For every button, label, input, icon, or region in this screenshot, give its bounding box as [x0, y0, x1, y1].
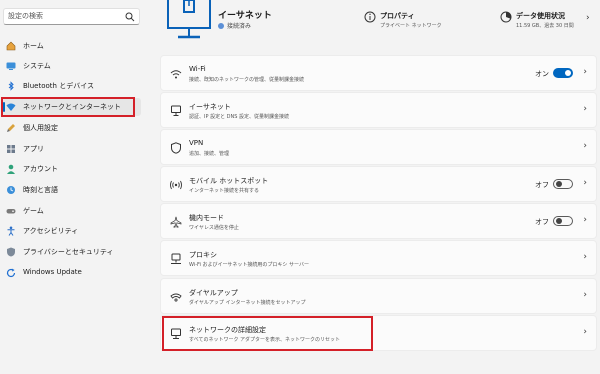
card-ethernet[interactable]: イーサネット 認証、IP 設定と DNS 設定、従量制課金接続 ›: [160, 92, 597, 128]
card-vpn[interactable]: VPN 追加、接続、管理 ›: [160, 129, 597, 165]
card-mobile-hotspot[interactable]: モバイル ホットスポット インターネット接続を共有する オフ ›: [160, 166, 597, 202]
card-subtitle: インターネット接続を共有する: [189, 188, 260, 194]
sidebar-item-apps[interactable]: アプリ: [3, 140, 141, 158]
wifi-toggle[interactable]: [553, 68, 573, 78]
card-title: 機内モード: [189, 214, 224, 222]
sidebar-item-personalization[interactable]: 個人用設定: [3, 119, 141, 137]
sidebar: 設定の検索 ホーム システム Bluetooth とデバイス ネットワークとイン…: [0, 0, 146, 374]
dialup-icon: [170, 293, 182, 302]
card-dialup[interactable]: ダイヤルアップ ダイヤルアップ インターネット接続をセットアップ ›: [160, 278, 597, 314]
highlight-box-network: [1, 97, 135, 117]
proxy-icon: [171, 253, 181, 264]
card-title: ダイヤルアップ: [189, 289, 238, 297]
chevron-right-icon[interactable]: ›: [583, 290, 587, 300]
sidebar-item-label: ゲーム: [23, 207, 44, 215]
info-icon[interactable]: [364, 11, 376, 23]
sidebar-item-label: Bluetooth とデバイス: [23, 82, 94, 90]
card-subtitle: Wi-Fi およびイーサネット接続用のプロキシ サーバー: [189, 262, 309, 268]
home-icon: [6, 41, 16, 51]
chevron-right-icon[interactable]: ›: [583, 141, 587, 151]
hotspot-toggle[interactable]: [553, 179, 573, 189]
account-icon: [7, 164, 15, 174]
apps-icon: [7, 145, 15, 153]
sidebar-item-label: システム: [23, 62, 51, 70]
card-title: イーサネット: [189, 103, 231, 111]
time-language-icon: [7, 186, 15, 194]
chevron-right-icon[interactable]: ›: [583, 104, 587, 114]
sidebar-item-time-language[interactable]: 時刻と言語: [3, 181, 141, 199]
card-subtitle: ダイヤルアップ インターネット接続をセットアップ: [189, 300, 306, 306]
ethernet-icon: [171, 105, 181, 116]
card-wifi[interactable]: Wi-Fi 接続、既知のネットワークの管理、従量制課金接続 オン ›: [160, 55, 597, 91]
card-title: Wi-Fi: [189, 65, 206, 73]
gaming-icon: [6, 209, 16, 214]
sidebar-item-label: 個人用設定: [23, 124, 58, 132]
airplane-toggle[interactable]: [553, 216, 573, 226]
connection-status-text: 接続済み: [227, 23, 252, 30]
sidebar-item-system[interactable]: システム: [3, 57, 141, 75]
ethernet-illustration-icon: [167, 0, 211, 39]
toggle-state-label: オフ: [535, 218, 549, 226]
card-subtitle: 追加、接続、管理: [189, 151, 230, 157]
sidebar-item-label: Windows Update: [23, 268, 82, 276]
chevron-right-icon[interactable]: ›: [583, 178, 587, 188]
toggle-knob: [556, 181, 562, 187]
data-usage-title[interactable]: データ使用状況: [516, 11, 565, 21]
system-icon: [6, 62, 16, 70]
chevron-right-icon[interactable]: ›: [583, 215, 587, 225]
data-usage-subtitle: 11.59 GB、過去 30 日間: [516, 23, 574, 29]
search-icon[interactable]: [125, 12, 135, 22]
connected-icon: [218, 23, 224, 29]
search-placeholder: 設定の検索: [8, 12, 43, 20]
brush-icon: [7, 124, 15, 132]
sidebar-item-bluetooth[interactable]: Bluetooth とデバイス: [3, 77, 141, 95]
sidebar-item-windows-update[interactable]: Windows Update: [3, 264, 141, 282]
chevron-right-icon[interactable]: ›: [583, 252, 587, 262]
card-title: モバイル ホットスポット: [189, 177, 269, 185]
card-subtitle: 接続、既知のネットワークの管理、従量制課金接続: [189, 77, 305, 83]
sidebar-item-home[interactable]: ホーム: [3, 37, 141, 55]
page-title: イーサネット: [218, 11, 272, 21]
connection-status: 接続済み: [218, 21, 251, 30]
card-proxy[interactable]: プロキシ Wi-Fi およびイーサネット接続用のプロキシ サーバー ›: [160, 240, 597, 276]
update-icon: [6, 268, 16, 278]
properties-title[interactable]: プロパティ: [380, 11, 415, 21]
card-subtitle: 認証、IP 設定と DNS 設定、従量制課金接続: [189, 114, 290, 120]
sidebar-item-label: ホーム: [23, 42, 44, 50]
airplane-icon: [170, 216, 182, 228]
sidebar-item-label: アクセシビリティ: [23, 227, 79, 235]
sidebar-item-label: アカウント: [23, 165, 58, 173]
shield-icon: [7, 247, 15, 257]
hotspot-icon: [170, 180, 182, 190]
sidebar-item-label: 時刻と言語: [23, 186, 58, 194]
toggle-knob: [565, 70, 571, 76]
data-usage-icon[interactable]: [500, 11, 512, 23]
bluetooth-icon: [8, 81, 14, 91]
toggle-knob: [556, 218, 562, 224]
vpn-shield-icon: [171, 142, 181, 154]
sidebar-item-accessibility[interactable]: アクセシビリティ: [3, 222, 141, 240]
wifi-icon: [170, 70, 182, 79]
sidebar-item-accounts[interactable]: アカウント: [3, 160, 141, 178]
card-airplane-mode[interactable]: 機内モード ワイヤレス通信を停止 オフ ›: [160, 203, 597, 239]
toggle-state-label: オフ: [535, 181, 549, 189]
sidebar-item-privacy[interactable]: プライバシーとセキュリティ: [3, 243, 141, 261]
chevron-right-icon[interactable]: ›: [583, 67, 587, 77]
properties-subtitle: プライベート ネットワーク: [380, 23, 442, 29]
sidebar-item-gaming[interactable]: ゲーム: [3, 202, 141, 220]
sidebar-item-label: プライバシーとセキュリティ: [23, 248, 114, 256]
card-subtitle: ワイヤレス通信を停止: [189, 225, 239, 231]
chevron-right-icon[interactable]: ›: [583, 327, 587, 337]
sidebar-item-label: アプリ: [23, 145, 44, 153]
highlight-box-advanced-network: [162, 316, 373, 351]
accessibility-icon: [7, 226, 15, 236]
toggle-state-label: オン: [535, 70, 549, 78]
card-title: VPN: [189, 139, 204, 147]
search-input[interactable]: 設定の検索: [3, 8, 140, 25]
chevron-right-icon[interactable]: ›: [586, 13, 590, 23]
card-title: プロキシ: [189, 251, 217, 259]
